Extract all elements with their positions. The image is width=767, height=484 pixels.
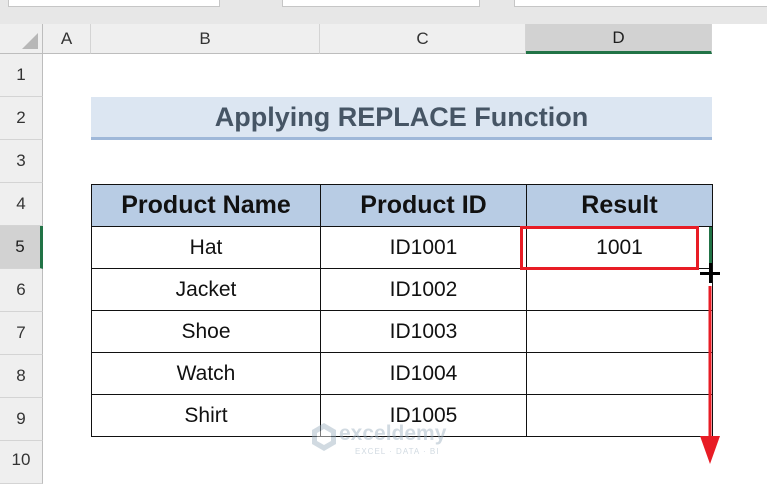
column-header-c[interactable]: C (320, 24, 526, 54)
row-header-8[interactable]: 8 (0, 355, 43, 398)
exceldemy-logo-icon (312, 423, 336, 451)
product-id-cell[interactable]: ID1001 (320, 226, 527, 269)
row-header-10[interactable]: 10 (0, 441, 43, 484)
select-all-button[interactable] (0, 24, 43, 54)
worksheet-grid[interactable]: A B C D 1 2 3 4 5 6 7 8 9 10 Applying RE… (0, 24, 767, 484)
row-header-3[interactable]: 3 (0, 140, 43, 183)
name-box[interactable] (8, 0, 220, 7)
result-cell[interactable]: 1001 (526, 226, 713, 269)
product-table: Product Name Product ID Result Hat ID100… (91, 184, 713, 437)
row-header-5[interactable]: 5 (0, 226, 43, 269)
formula-bar-box[interactable] (282, 0, 480, 7)
column-header-a[interactable]: A (43, 24, 91, 54)
row-header-4[interactable]: 4 (0, 183, 43, 226)
row-header-2[interactable]: 2 (0, 97, 43, 140)
drag-down-arrow-icon (700, 286, 720, 464)
row-header-6[interactable]: 6 (0, 269, 43, 312)
fill-handle-cursor-icon[interactable] (700, 263, 720, 283)
row-header-9[interactable]: 9 (0, 398, 43, 441)
product-name-cell[interactable]: Hat (91, 226, 321, 269)
table-header-row: Product Name Product ID Result (91, 184, 713, 227)
product-name-cell[interactable]: Shirt (91, 394, 321, 437)
row-header-7[interactable]: 7 (0, 312, 43, 355)
result-cell[interactable] (526, 268, 713, 311)
product-name-cell[interactable]: Jacket (91, 268, 321, 311)
exceldemy-watermark: exceldemy EXCEL · DATA · BI (311, 422, 461, 460)
table-row: Hat ID1001 1001 (91, 226, 713, 269)
result-cell[interactable] (526, 394, 713, 437)
title-cell[interactable]: Applying REPLACE Function (91, 97, 712, 140)
header-product-id[interactable]: Product ID (320, 184, 527, 227)
result-cell[interactable] (526, 310, 713, 353)
result-cell[interactable] (526, 352, 713, 395)
column-header-d[interactable]: D (526, 24, 712, 54)
row-header-1[interactable]: 1 (0, 54, 43, 97)
product-name-cell[interactable]: Watch (91, 352, 321, 395)
select-all-corner-icon (22, 33, 38, 49)
watermark-tagline: EXCEL · DATA · BI (355, 447, 440, 456)
column-header-b[interactable]: B (91, 24, 320, 54)
header-result[interactable]: Result (526, 184, 713, 227)
table-row: Jacket ID1002 (91, 268, 713, 311)
product-id-cell[interactable]: ID1004 (320, 352, 527, 395)
table-row: Watch ID1004 (91, 352, 713, 395)
product-id-cell[interactable]: ID1003 (320, 310, 527, 353)
active-cell-border (709, 227, 712, 268)
header-product-name[interactable]: Product Name (91, 184, 321, 227)
product-id-cell[interactable]: ID1002 (320, 268, 527, 311)
product-name-cell[interactable]: Shoe (91, 310, 321, 353)
watermark-brand: exceldemy (339, 422, 447, 445)
formula-bar-area (0, 0, 767, 24)
table-row: Shoe ID1003 (91, 310, 713, 353)
formula-bar-input[interactable] (514, 0, 767, 7)
